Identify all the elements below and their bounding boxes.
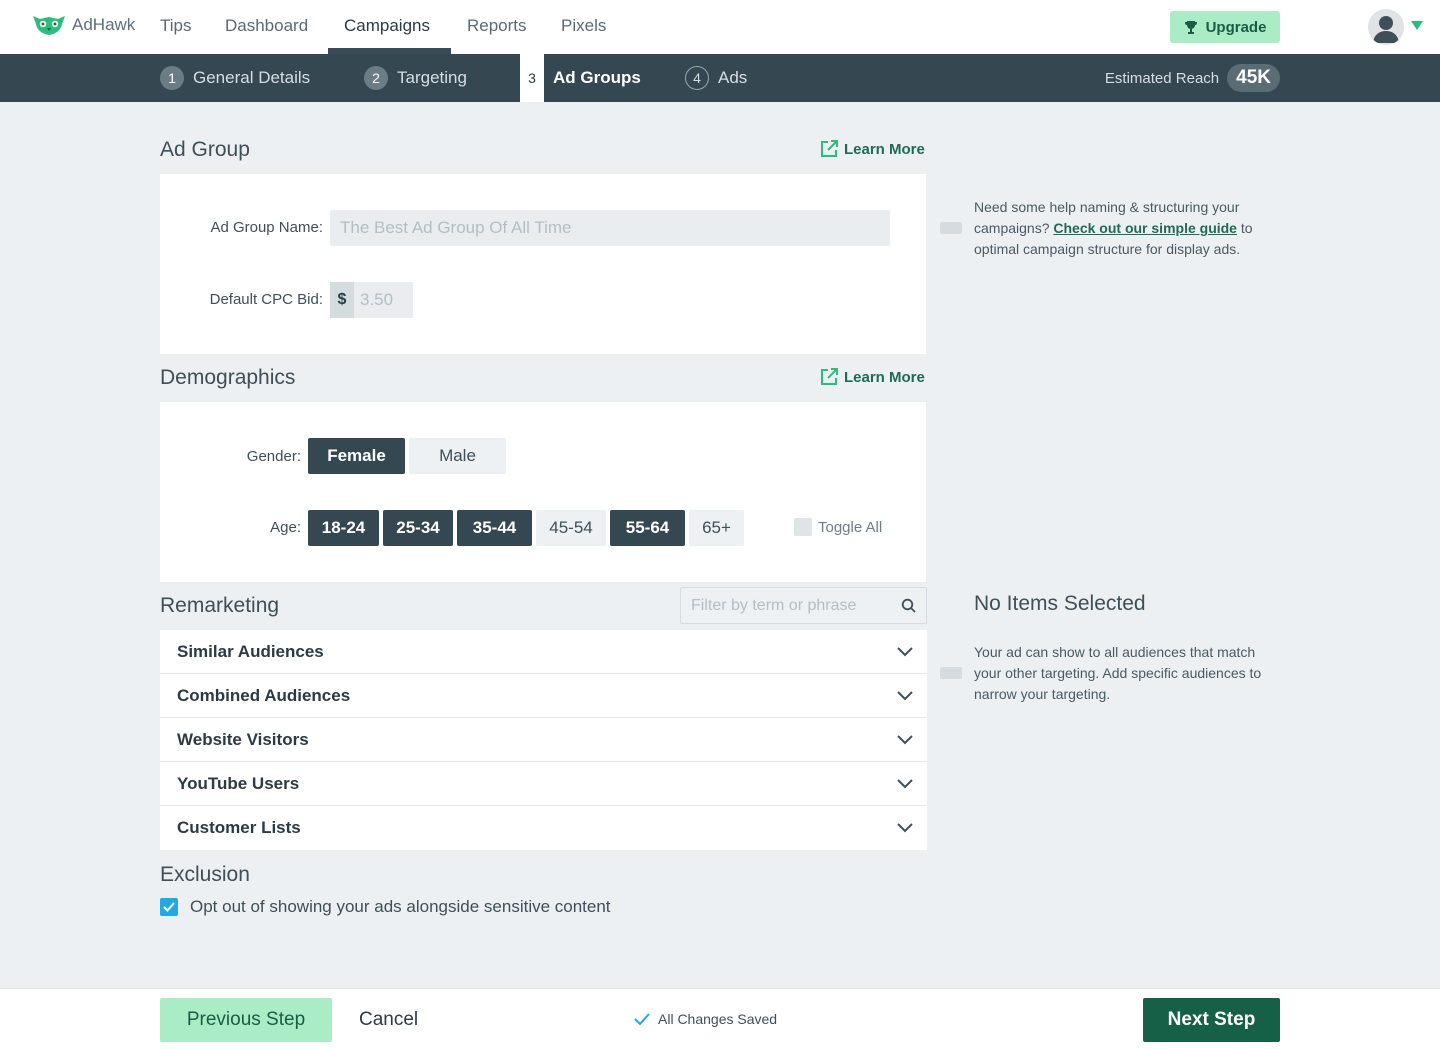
demographics-title: Demographics bbox=[160, 366, 296, 389]
step-ads[interactable]: 4 Ads bbox=[685, 54, 747, 102]
logo[interactable]: AdHawk bbox=[32, 14, 135, 36]
step-general-details[interactable]: 1 General Details bbox=[160, 54, 310, 102]
external-link-icon bbox=[821, 368, 838, 385]
step-number: 3 bbox=[520, 54, 544, 102]
age-label: Age: bbox=[270, 519, 301, 536]
ad-group-card bbox=[160, 174, 926, 354]
chevron-down-icon bbox=[897, 646, 913, 656]
default-cpc-bid-label: Default CPC Bid: bbox=[209, 291, 323, 308]
gender-label: Gender: bbox=[246, 448, 301, 465]
demographics-card bbox=[160, 402, 926, 582]
upgrade-button[interactable]: Upgrade bbox=[1170, 11, 1280, 43]
help-flag-icon bbox=[940, 667, 962, 679]
exclusion-title: Exclusion bbox=[160, 863, 250, 886]
ad-group-name-label: Ad Group Name: bbox=[210, 219, 323, 236]
no-items-selected-title: No Items Selected bbox=[974, 592, 1146, 615]
step-targeting[interactable]: 2 Targeting bbox=[364, 54, 467, 102]
remarketing-filter bbox=[680, 587, 927, 624]
accordion-label: Similar Audiences bbox=[177, 641, 324, 661]
accordion-website-visitors[interactable]: Website Visitors bbox=[160, 718, 927, 762]
nav-dashboard[interactable]: Dashboard bbox=[225, 16, 308, 36]
accordion-similar-audiences[interactable]: Similar Audiences bbox=[160, 630, 927, 674]
previous-step-button[interactable]: Previous Step bbox=[160, 998, 332, 1042]
filter-input[interactable] bbox=[691, 596, 901, 615]
chevron-down-icon[interactable] bbox=[1411, 21, 1423, 30]
age-45-54-option[interactable]: 45-54 bbox=[536, 510, 606, 546]
avatar[interactable] bbox=[1368, 9, 1404, 45]
accordion-combined-audiences[interactable]: Combined Audiences bbox=[160, 674, 927, 718]
chevron-down-icon bbox=[897, 778, 913, 788]
upgrade-label: Upgrade bbox=[1205, 18, 1267, 36]
accordion-customer-lists[interactable]: Customer Lists bbox=[160, 806, 927, 850]
simple-guide-link[interactable]: Check out our simple guide bbox=[1053, 220, 1237, 236]
ad-group-title: Ad Group bbox=[160, 138, 250, 161]
search-icon[interactable] bbox=[901, 598, 916, 613]
remarketing-title: Remarketing bbox=[160, 594, 280, 617]
owl-logo-icon bbox=[33, 16, 65, 35]
learn-more-label: Learn More bbox=[844, 140, 925, 158]
step-number: 2 bbox=[364, 66, 388, 90]
app-name: AdHawk bbox=[72, 15, 136, 34]
cpc-bid-field: $ bbox=[330, 282, 413, 318]
step-bar: 1 General Details 2 Targeting 3 Ad Group… bbox=[0, 54, 1440, 102]
chevron-down-icon bbox=[897, 734, 913, 744]
age-65-plus-option[interactable]: 65+ bbox=[689, 510, 744, 546]
chevron-down-icon bbox=[897, 823, 913, 833]
checkbox-checked-icon[interactable] bbox=[160, 898, 178, 916]
ad-group-learn-more-link[interactable]: Learn More bbox=[820, 140, 925, 158]
age-35-44-option[interactable]: 35-44 bbox=[457, 510, 532, 546]
chevron-down-icon bbox=[897, 690, 913, 700]
step-label: Targeting bbox=[397, 68, 467, 87]
user-icon bbox=[1373, 16, 1399, 43]
demographics-learn-more-link[interactable]: Learn More bbox=[820, 368, 925, 386]
step-number: 4 bbox=[685, 66, 709, 90]
age-25-34-option[interactable]: 25-34 bbox=[383, 510, 453, 546]
ad-group-help-text: Need some help naming & structuring your… bbox=[974, 197, 1274, 260]
step-ad-groups[interactable]: 3 Ad Groups bbox=[520, 54, 641, 102]
accordion-youtube-users[interactable]: YouTube Users bbox=[160, 762, 927, 806]
nav-pixels[interactable]: Pixels bbox=[561, 16, 606, 36]
accordion-label: Combined Audiences bbox=[177, 685, 351, 705]
nav-campaigns[interactable]: Campaigns bbox=[344, 16, 430, 36]
accordion-label: YouTube Users bbox=[177, 773, 300, 793]
step-label: Ads bbox=[718, 68, 748, 87]
cancel-button[interactable]: Cancel bbox=[359, 1009, 418, 1031]
accordion-label: Customer Lists bbox=[177, 818, 301, 837]
age-18-24-option[interactable]: 18-24 bbox=[308, 510, 379, 546]
currency-prefix: $ bbox=[330, 282, 354, 318]
sensitive-content-opt-out[interactable]: Opt out of showing your ads alongside se… bbox=[160, 897, 611, 917]
remarketing-help-text: Your ad can show to all audiences that m… bbox=[974, 644, 1262, 702]
opt-out-label: Opt out of showing your ads alongside se… bbox=[190, 897, 611, 916]
help-flag-icon bbox=[940, 222, 962, 234]
gender-male-option[interactable]: Male bbox=[409, 438, 506, 474]
accordion-label: Website Visitors bbox=[177, 729, 309, 749]
external-link-icon bbox=[821, 140, 838, 157]
nav-reports[interactable]: Reports bbox=[467, 16, 527, 36]
toggle-all-checkbox[interactable]: Toggle All bbox=[794, 518, 882, 536]
toggle-all-label: Toggle All bbox=[818, 518, 883, 536]
checkbox-icon bbox=[794, 518, 812, 536]
step-label: Ad Groups bbox=[553, 68, 641, 87]
footer-bar: Previous Step Cancel All Changes Saved N… bbox=[0, 988, 1440, 1049]
estimated-reach: Estimated Reach 45K bbox=[1105, 64, 1280, 92]
top-nav: AdHawk Tips Dashboard Campaigns Reports … bbox=[0, 0, 1440, 54]
step-number: 1 bbox=[160, 66, 184, 90]
checkmark-icon bbox=[634, 1013, 650, 1025]
save-status-label: All Changes Saved bbox=[658, 1011, 778, 1027]
learn-more-label: Learn More bbox=[844, 368, 925, 386]
step-label: General Details bbox=[193, 68, 311, 87]
cpc-bid-input[interactable] bbox=[354, 282, 413, 318]
trophy-icon bbox=[1184, 21, 1197, 34]
reach-label: Estimated Reach bbox=[1104, 69, 1220, 87]
age-55-64-option[interactable]: 55-64 bbox=[610, 510, 685, 546]
reach-value: 45K bbox=[1227, 64, 1280, 92]
ad-group-name-input[interactable] bbox=[330, 210, 890, 246]
save-status: All Changes Saved bbox=[634, 1011, 777, 1027]
nav-tips[interactable]: Tips bbox=[160, 16, 192, 36]
gender-female-option[interactable]: Female bbox=[308, 438, 405, 474]
next-step-button[interactable]: Next Step bbox=[1143, 998, 1280, 1042]
